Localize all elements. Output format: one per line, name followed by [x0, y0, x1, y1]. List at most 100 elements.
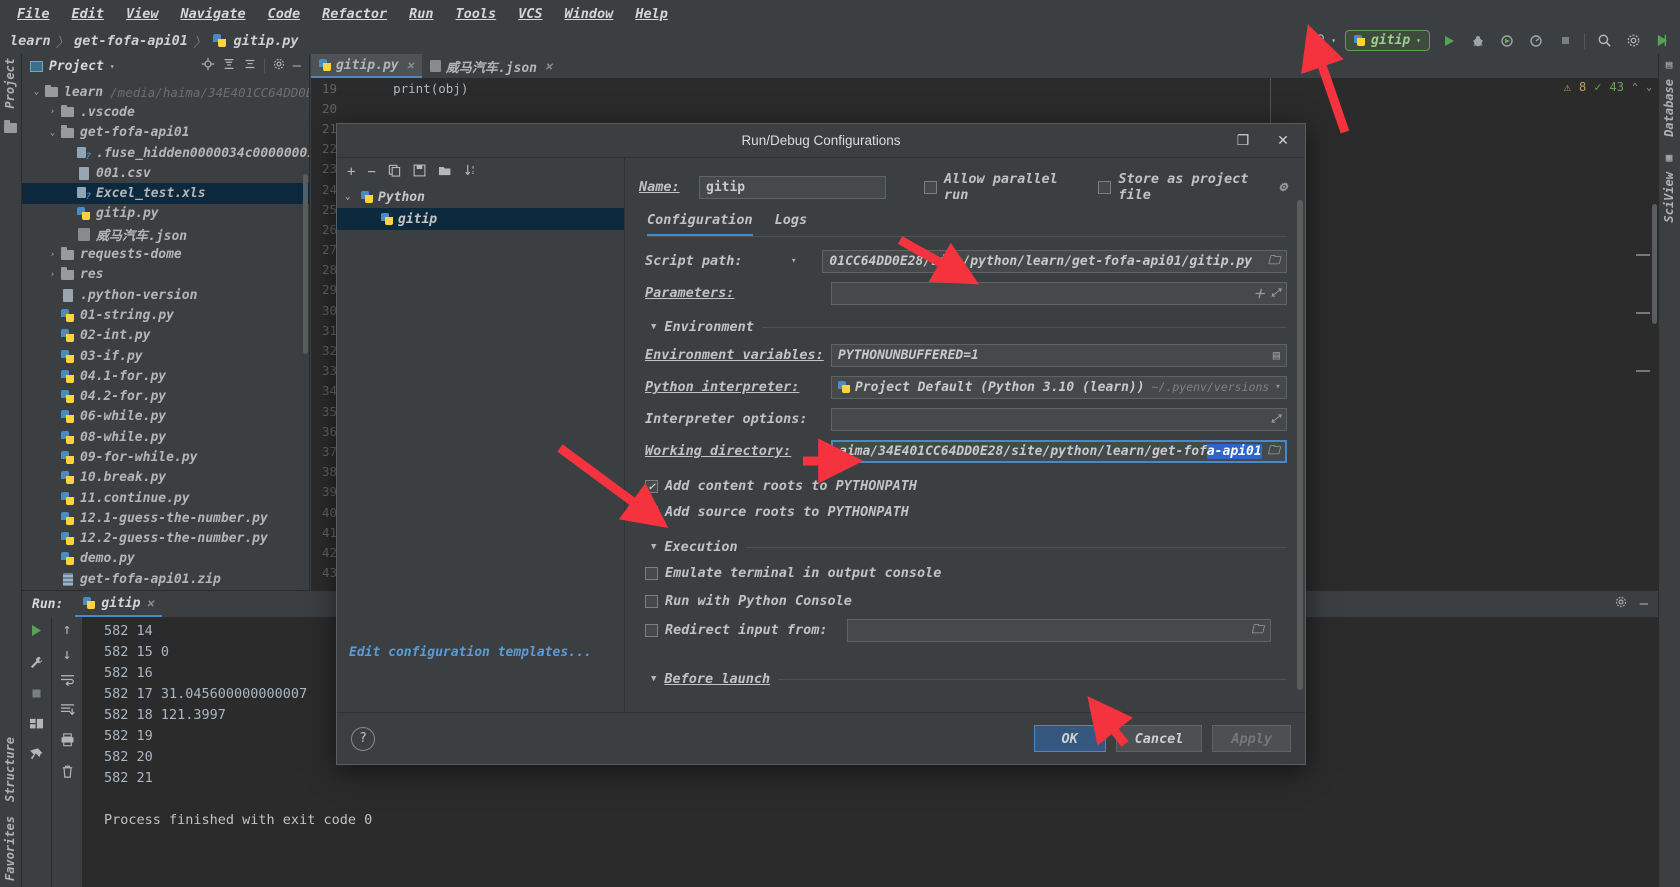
section-divider	[745, 546, 1287, 548]
python-interpreter-value: Project Default (Python 3.10 (learn))	[855, 379, 1145, 395]
allow-parallel-run-label: Allow parallel run	[944, 171, 1058, 203]
python-interpreter-label-text: Python interpreter:	[645, 379, 800, 395]
python-interpreter-dropdown[interactable]: Project Default (Python 3.10 (learn)) ~/…	[831, 375, 1287, 399]
chevron-down-icon: ▼	[651, 322, 657, 332]
close-icon[interactable]: ✕	[1265, 126, 1301, 156]
configurations-toolbar: + − az	[337, 158, 624, 186]
plus-icon[interactable]: ＋	[1247, 285, 1265, 302]
working-directory-label: Working directory:	[645, 443, 831, 459]
execution-section-header[interactable]: ▼ Execution	[651, 539, 1287, 555]
folder-icon[interactable]: 🗀	[1246, 620, 1264, 641]
allow-parallel-run-checkbox[interactable]: Allow parallel run	[924, 171, 1076, 203]
environment-variables-input[interactable]: PYTHONUNBUFFERED=1 ▤	[831, 343, 1287, 367]
config-tree-item[interactable]: gitip	[337, 208, 624, 230]
before-launch-label-text: Before launch	[664, 671, 771, 687]
before-launch-section-header[interactable]: ▼ Before launch	[651, 671, 1287, 687]
name-value: gitip	[706, 179, 746, 195]
parameters-row: Parameters: ＋ ⤢	[645, 277, 1287, 309]
svg-text:a: a	[471, 166, 474, 171]
store-as-project-file-checkbox[interactable]: Store as project file ⚙	[1098, 171, 1287, 203]
add-content-roots-label: Add content roots to PYTHONPATH	[665, 478, 917, 494]
ok-button[interactable]: OK	[1033, 725, 1106, 752]
working-directory-selected-text: a-api01	[1206, 443, 1262, 459]
script-path-value: 01CC64DD0E28/site/python/learn/get-fofa-…	[829, 253, 1253, 269]
run-with-python-console-checkbox[interactable]: Run with Python Console	[645, 587, 1287, 615]
maximize-icon[interactable]: ❐	[1225, 126, 1261, 156]
add-content-roots-checkbox[interactable]: ✓ Add content roots to PYTHONPATH	[645, 473, 1287, 499]
redirect-input-row[interactable]: Redirect input from: 🗀	[645, 615, 1287, 645]
config-tree-item[interactable]: ⌄ Python	[337, 186, 624, 208]
interpreter-options-input[interactable]: ⤢	[831, 407, 1287, 431]
name-label-text: Name:	[639, 179, 680, 195]
environment-section-header[interactable]: ▼ Environment	[651, 319, 1287, 335]
config-tree-item-label: Python	[378, 189, 425, 205]
python-icon	[381, 213, 393, 225]
checkbox-box	[924, 180, 937, 194]
interpreter-options-row: Interpreter options: ⤢	[645, 403, 1287, 435]
chevron-down-icon: ▼	[651, 542, 657, 552]
dialog-footer: ? OK Cancel Apply	[337, 712, 1305, 764]
gear-icon[interactable]: ⚙	[1279, 179, 1287, 195]
working-directory-row: Working directory: aima/34E401CC64DD0E28…	[645, 435, 1287, 467]
tab-logs[interactable]: Logs	[775, 212, 808, 236]
name-label: Name:	[639, 179, 699, 195]
environment-variables-label-text: Environment variables:	[645, 347, 824, 363]
checkbox-box: ✓	[645, 505, 658, 519]
checkbox-box: ✓	[645, 479, 658, 493]
cancel-button[interactable]: Cancel	[1115, 725, 1203, 752]
folder-icon[interactable]: 🗀	[1262, 251, 1280, 272]
environment-section-label: Environment	[664, 319, 754, 335]
expand-icon[interactable]: ⤢	[1265, 286, 1280, 300]
dialog-title-bar: Run/Debug Configurations ❐ ✕	[337, 124, 1305, 157]
redirect-input-field[interactable]: 🗀	[846, 618, 1271, 642]
run-debug-configurations-dialog: Run/Debug Configurations ❐ ✕ + − az ⌄ Py…	[336, 123, 1306, 765]
parameters-label-text: Parameters:	[645, 285, 735, 301]
interpreter-options-label: Interpreter options:	[645, 411, 831, 427]
expand-icon[interactable]: ⤢	[1265, 412, 1280, 426]
configuration-form: Name: gitip Allow parallel run Store as …	[625, 158, 1305, 712]
working-directory-label-text: Working directory:	[645, 443, 792, 459]
list-icon[interactable]: ▤	[1267, 348, 1280, 362]
remove-icon[interactable]: −	[367, 164, 375, 180]
add-icon[interactable]: +	[347, 164, 355, 180]
checkbox-box	[645, 566, 658, 580]
python-interpreter-label: Python interpreter:	[645, 379, 831, 395]
edit-configuration-templates-link[interactable]: Edit configuration templates...	[349, 645, 592, 660]
help-button[interactable]: ?	[351, 726, 375, 751]
configurations-tree-panel: + − az ⌄ Python gitip Edit configuration t…	[337, 158, 625, 712]
folder-icon[interactable]: 🗀	[1262, 442, 1280, 461]
chevron-down-icon: ▼	[651, 674, 657, 684]
python-icon	[361, 191, 373, 203]
dialog-body: + − az ⌄ Python gitip Edit configuration t…	[337, 157, 1305, 712]
dialog-scrollbar[interactable]	[1297, 200, 1303, 690]
modal-overlay: Run/Debug Configurations ❐ ✕ + − az ⌄ Py…	[0, 0, 1680, 887]
svg-text:z: z	[471, 171, 474, 176]
checkbox-box	[1098, 180, 1112, 194]
name-input[interactable]: gitip	[699, 175, 886, 199]
configuration-tabs: Configuration Logs	[647, 212, 1287, 237]
save-icon[interactable]	[413, 164, 426, 181]
script-path-row: Script path: ▾ 01CC64DD0E28/site/python/…	[645, 245, 1287, 277]
parameters-input[interactable]: ＋ ⤢	[831, 281, 1287, 305]
chevron-down-icon[interactable]: ▾	[791, 256, 822, 266]
copy-icon[interactable]	[388, 164, 401, 181]
checkbox-box	[645, 623, 658, 637]
working-directory-input[interactable]: aima/34E401CC64DD0E28/site/python/learn/…	[831, 439, 1287, 463]
configurations-tree[interactable]: ⌄ Python gitip	[337, 186, 624, 230]
python-interpreter-hint: ~/.pyenv/versions	[1151, 380, 1270, 394]
section-divider	[761, 326, 1287, 328]
disclosure-triangle-icon[interactable]: ⌄	[345, 192, 356, 202]
sort-icon[interactable]: az	[464, 163, 478, 181]
chevron-down-icon[interactable]: ▾	[1269, 382, 1280, 392]
emulate-terminal-checkbox[interactable]: Emulate terminal in output console	[645, 559, 1287, 587]
working-directory-value: aima/34E401CC64DD0E28/site/python/learn/…	[839, 443, 1207, 459]
apply-button[interactable]: Apply	[1212, 725, 1291, 752]
python-interpreter-row: Python interpreter: Project Default (Pyt…	[645, 371, 1287, 403]
add-source-roots-checkbox[interactable]: ✓ Add source roots to PYTHONPATH	[645, 499, 1287, 525]
section-divider	[778, 678, 1287, 680]
name-row: Name: gitip Allow parallel run Store as …	[639, 171, 1287, 203]
folder-icon[interactable]	[438, 164, 452, 181]
script-path-input[interactable]: 01CC64DD0E28/site/python/learn/get-fofa-…	[822, 249, 1287, 273]
dialog-title: Run/Debug Configurations	[741, 133, 901, 148]
tab-configuration[interactable]: Configuration	[647, 212, 753, 236]
